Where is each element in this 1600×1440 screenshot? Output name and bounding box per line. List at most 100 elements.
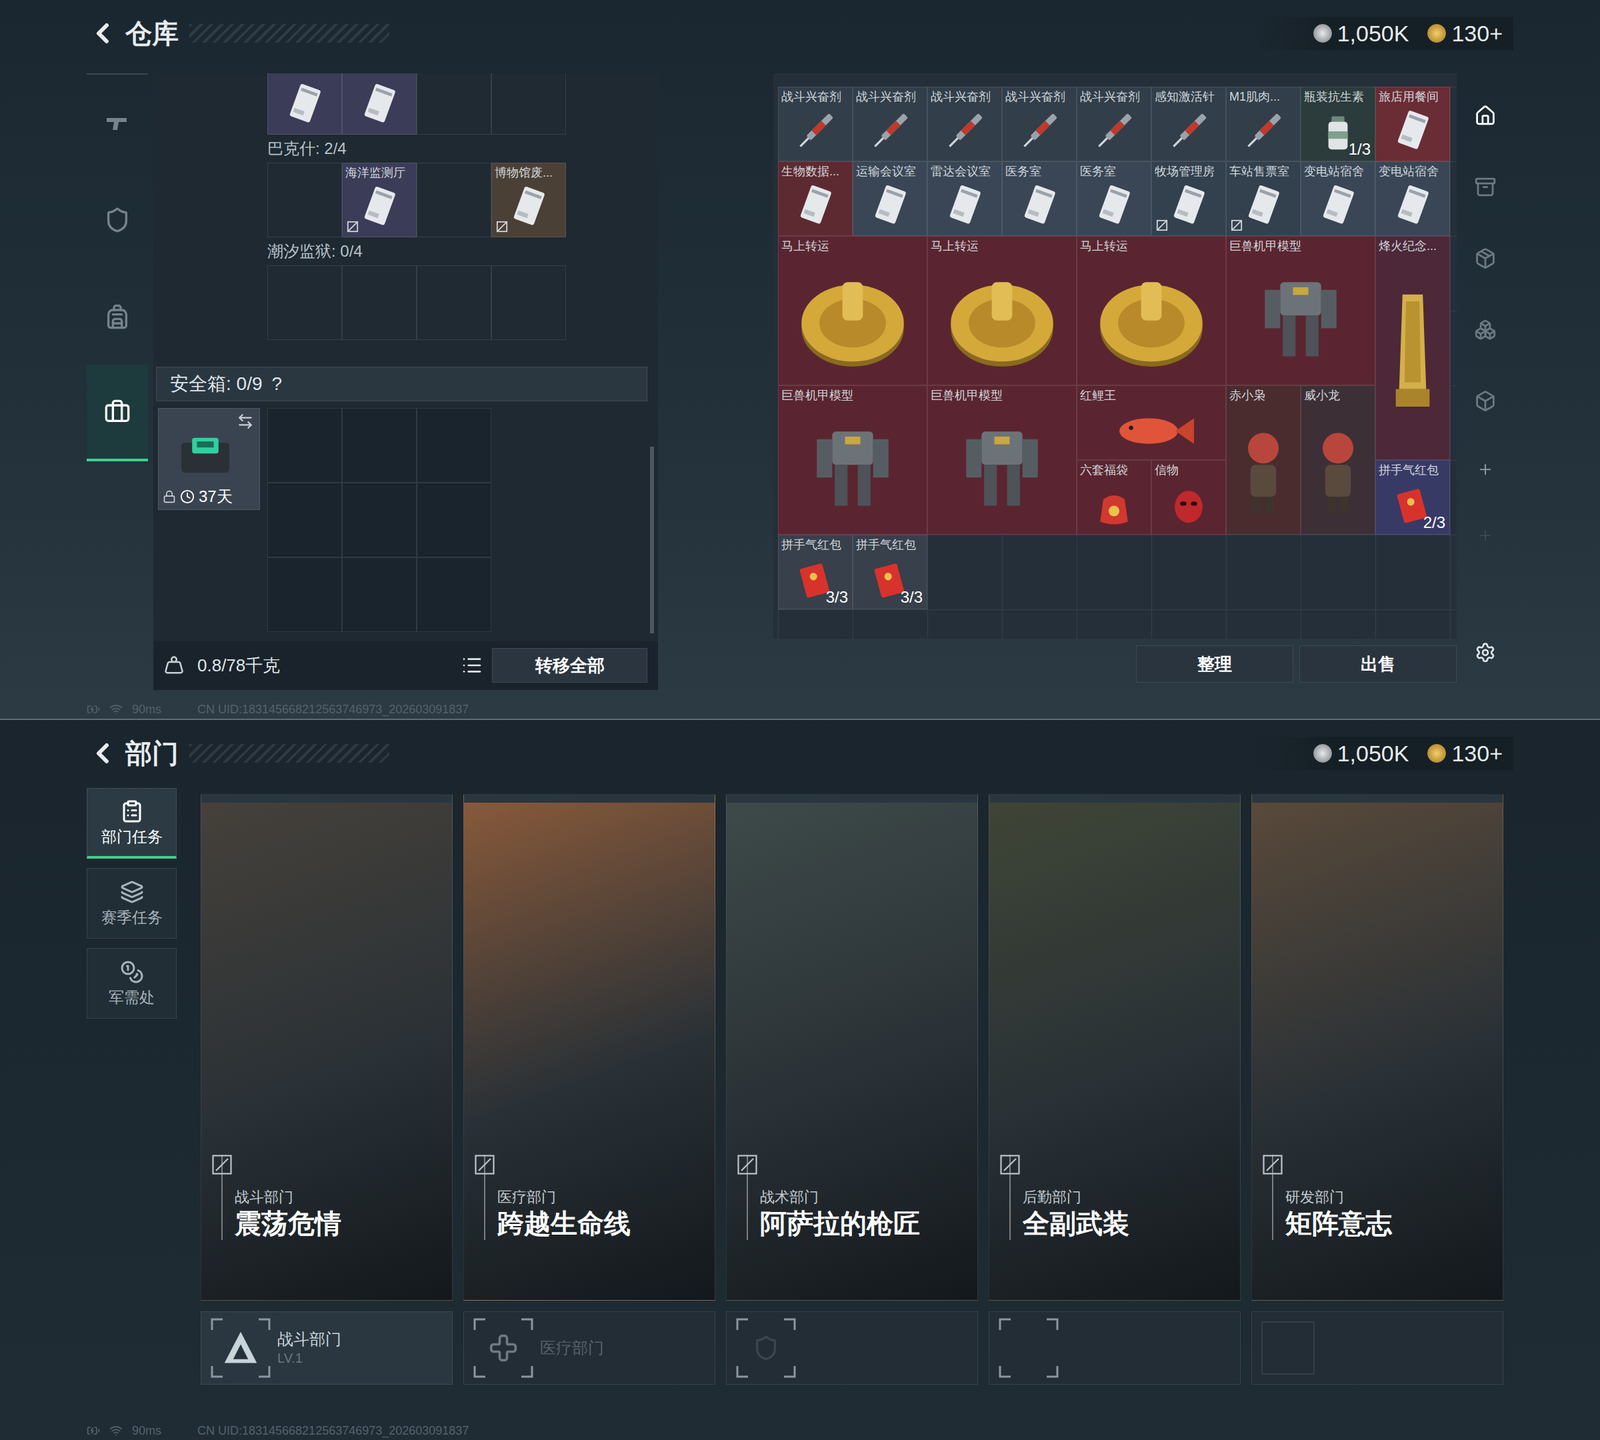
item-slot[interactable]: 拼手气红包3/3	[852, 534, 928, 610]
scrollbar-thumb[interactable]	[650, 446, 654, 634]
department-strip[interactable]: 战斗部门LV.1	[200, 1311, 453, 1385]
item-slot[interactable]: 赤小枭	[1226, 385, 1301, 535]
item-slot[interactable]: 马上转运	[778, 236, 928, 386]
side-tab[interactable]: 军需处	[86, 948, 177, 1019]
item-slot[interactable]: 旅店用餐间	[1375, 86, 1450, 162]
item-slot[interactable]: 医务室	[1076, 161, 1152, 236]
frame-icon	[998, 1318, 1059, 1378]
item-slot[interactable]: 博物馆废...	[491, 162, 566, 238]
item-slot[interactable]: 变电站宿舍	[1300, 161, 1376, 236]
empty-slot[interactable]	[416, 482, 492, 558]
transfer-all-button[interactable]: 转移全部	[492, 648, 648, 683]
nav-item[interactable]	[86, 268, 148, 365]
nav-item[interactable]	[86, 74, 148, 172]
help-button[interactable]: ?	[271, 370, 282, 398]
item-slot[interactable]: 巨兽机甲模型	[778, 385, 928, 535]
box-icon[interactable]	[1470, 390, 1501, 412]
list-icon[interactable]	[461, 654, 483, 676]
action-button[interactable]: 出售	[1299, 645, 1457, 683]
item-slot[interactable]	[267, 73, 342, 135]
empty-slot[interactable]	[491, 265, 566, 340]
item-slot[interactable]: 马上转运	[1076, 236, 1226, 386]
swap-icon[interactable]	[236, 412, 254, 430]
empty-slot[interactable]	[342, 482, 417, 558]
item-slot[interactable]: 牧场管理房	[1151, 161, 1226, 236]
item-slot[interactable]: 信物	[1151, 460, 1226, 535]
action-button[interactable]: 整理	[1136, 645, 1294, 683]
item-slot[interactable]: 烽火纪念...	[1375, 236, 1450, 460]
expand-icon[interactable]	[1000, 1154, 1020, 1175]
empty-slot[interactable]	[267, 482, 342, 558]
back-icon[interactable]	[86, 17, 119, 50]
currency[interactable]: 1,050K	[1313, 19, 1410, 48]
empty-slot[interactable]	[416, 162, 492, 238]
department-card[interactable]: 后勤部门全副武装	[988, 794, 1241, 1301]
empty-slot[interactable]	[267, 265, 342, 340]
item-slot[interactable]: 拼手气红包3/3	[778, 534, 853, 610]
item-slot[interactable]: 战斗兴奋剂	[778, 86, 853, 162]
item-slot[interactable]: 巨兽机甲模型	[927, 385, 1077, 535]
item-slot[interactable]: 医务室	[1002, 161, 1077, 236]
expand-icon[interactable]	[474, 1154, 495, 1175]
item-slot[interactable]: 威小龙	[1300, 385, 1376, 535]
expand-icon[interactable]	[1262, 1154, 1283, 1175]
item-slot[interactable]: 运输会议室	[852, 161, 928, 236]
expand-icon[interactable]	[737, 1154, 758, 1175]
currency[interactable]: 1,050K	[1313, 739, 1410, 768]
currency[interactable]: 130+	[1427, 739, 1503, 768]
package-icon[interactable]	[1470, 247, 1501, 270]
empty-slot[interactable]	[267, 162, 342, 238]
empty-slot[interactable]	[267, 408, 342, 483]
item-slot[interactable]: 战斗兴奋剂	[1076, 86, 1152, 162]
item-slot[interactable]: 雷达会议室	[927, 161, 1002, 236]
department-card[interactable]: 战斗部门震荡危情	[200, 794, 453, 1301]
item-slot[interactable]: 生物数据...	[778, 161, 853, 236]
item-slot[interactable]: M1肌肉...	[1226, 86, 1301, 162]
side-tab[interactable]: 部门任务	[86, 788, 177, 859]
empty-slot[interactable]	[491, 73, 566, 135]
item-slot[interactable]: 红鲤王	[1076, 385, 1226, 460]
nav-item[interactable]	[86, 171, 148, 268]
nav-item[interactable]	[86, 364, 148, 462]
empty-slot[interactable]	[342, 265, 417, 340]
item-name: 拼手气红包	[781, 536, 851, 553]
add-icon[interactable]	[1474, 527, 1497, 544]
item-slot[interactable]: 六套福袋	[1076, 460, 1152, 535]
empty-slot[interactable]	[342, 557, 417, 632]
item-slot[interactable]: 巨兽机甲模型	[1226, 236, 1376, 386]
item-slot[interactable]: 马上转运	[927, 236, 1077, 386]
department-card[interactable]: 研发部门矩阵意志	[1251, 794, 1504, 1301]
boxes-icon[interactable]	[1470, 318, 1501, 341]
department-strip[interactable]: 医疗部门	[463, 1311, 716, 1385]
empty-slot[interactable]	[416, 73, 492, 135]
item-slot[interactable]: 变电站宿舍	[1375, 161, 1450, 236]
empty-slot[interactable]	[416, 557, 492, 632]
item-slot[interactable]: 感知激活针	[1151, 86, 1226, 162]
department-strip[interactable]	[1251, 1311, 1504, 1385]
item-slot[interactable]: 战斗兴奋剂	[1002, 86, 1077, 162]
item-slot[interactable]: 战斗兴奋剂	[852, 86, 928, 162]
empty-slot[interactable]	[416, 408, 492, 483]
department-card[interactable]: 医疗部门跨越生命线	[463, 794, 716, 1301]
currency[interactable]: 130+	[1427, 19, 1503, 48]
empty-slot[interactable]	[416, 265, 492, 340]
back-icon[interactable]	[86, 737, 119, 770]
expand-icon[interactable]	[212, 1154, 232, 1175]
empty-slot[interactable]	[342, 408, 417, 483]
department-strip[interactable]	[988, 1311, 1241, 1385]
item-slot[interactable]: 战斗兴奋剂	[927, 86, 1002, 162]
item-slot[interactable]: 瓶装抗生素1/3	[1300, 86, 1376, 162]
empty-slot[interactable]	[267, 557, 342, 632]
side-tab[interactable]: 赛季任务	[86, 868, 177, 939]
department-strip[interactable]	[726, 1311, 978, 1385]
stash-icon[interactable]	[1470, 104, 1501, 127]
department-card[interactable]: 战术部门阿萨拉的枪匠	[726, 794, 978, 1301]
item-slot[interactable]: 海洋监测厅	[342, 162, 417, 238]
add-icon[interactable]	[1474, 461, 1497, 478]
archive-icon[interactable]	[1470, 176, 1501, 198]
settings-icon[interactable]	[1470, 642, 1500, 664]
safe-case[interactable]: 37天	[158, 408, 260, 510]
item-slot[interactable]: 车站售票室	[1226, 161, 1301, 236]
item-slot[interactable]	[342, 73, 417, 135]
item-slot[interactable]: 拼手气红包2/3	[1375, 460, 1450, 535]
